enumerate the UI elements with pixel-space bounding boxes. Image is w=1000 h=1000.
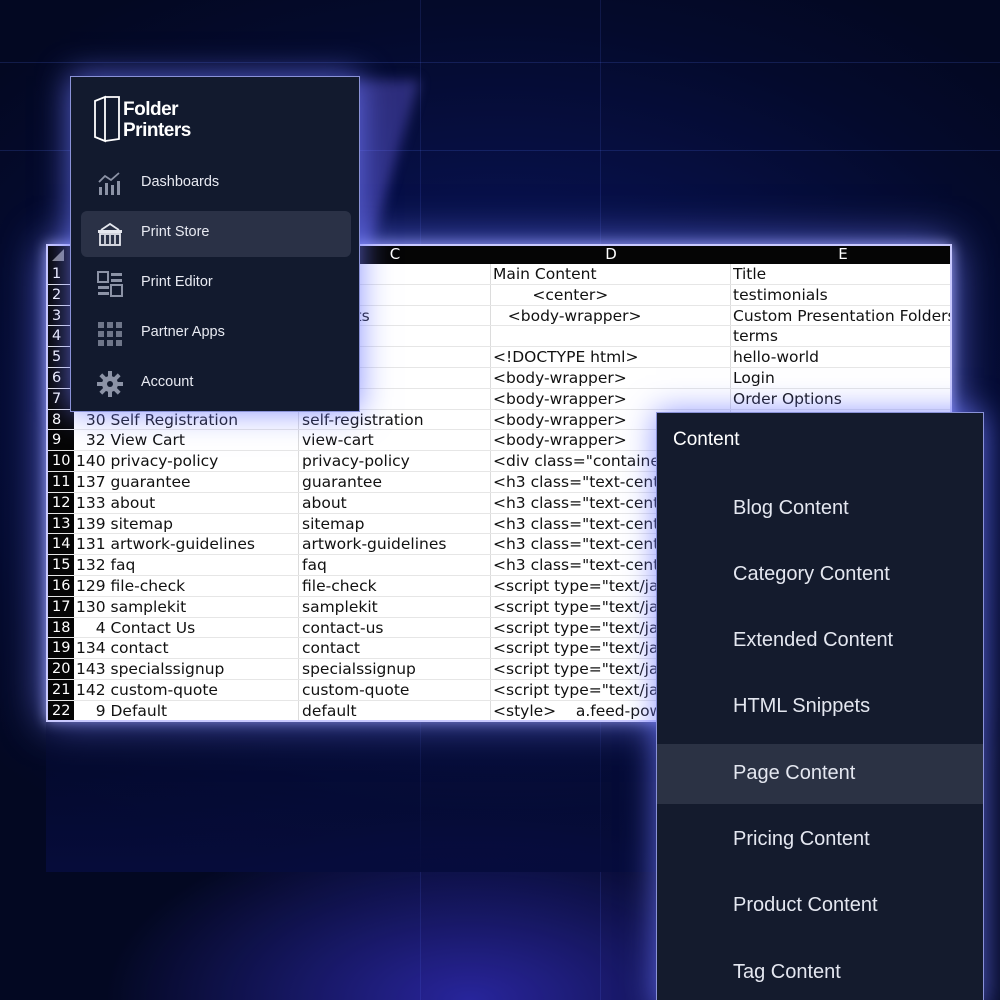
column-header-e[interactable]: E	[733, 246, 950, 263]
logo-line-2: Printers	[123, 120, 191, 141]
column-header-d[interactable]: D	[493, 246, 729, 263]
menu-item-label: Category Content	[733, 563, 890, 585]
sidebar-item-print-store[interactable]: Print Store	[81, 211, 351, 257]
menu-item-category-content[interactable]: Category Content	[657, 545, 983, 605]
cell-e[interactable]: Title	[733, 264, 950, 284]
row-number[interactable]: 15	[48, 555, 74, 575]
row-number[interactable]: 11	[48, 472, 74, 492]
content-menu-panel: Content Blog Content Category Content Ex…	[656, 412, 984, 1000]
row-number[interactable]: 16	[48, 576, 74, 596]
cell-b[interactable]: 131 artwork-guidelines	[76, 534, 298, 554]
sidebar-item-print-editor[interactable]: Print Editor	[81, 261, 351, 307]
cell-c[interactable]: file-check	[302, 576, 488, 596]
apps-grid-icon	[98, 322, 122, 346]
cell-c[interactable]: custom-quote	[302, 680, 488, 700]
cell-c[interactable]: self-registration	[302, 410, 488, 430]
menu-item-product-content[interactable]: Product Content	[657, 876, 983, 936]
cell-d[interactable]: <center>	[493, 285, 729, 305]
cell-b[interactable]: 30 Self Registration	[76, 410, 298, 430]
row-number[interactable]: 20	[48, 659, 74, 679]
cell-e[interactable]: Login	[733, 368, 950, 388]
layout-grid-icon	[97, 271, 123, 297]
cell-c[interactable]: contact-us	[302, 618, 488, 638]
row-number[interactable]: 13	[48, 514, 74, 534]
menu-item-pricing-content[interactable]: Pricing Content	[657, 810, 983, 870]
cell-c[interactable]: specialssignup	[302, 659, 488, 679]
cell-b[interactable]: 140 privacy-policy	[76, 451, 298, 471]
folder-logo-icon	[94, 95, 120, 143]
menu-item-label: Extended Content	[733, 629, 894, 651]
cell-e[interactable]: terms	[733, 326, 950, 346]
menu-item-label: Page Content	[733, 762, 856, 784]
cell-c[interactable]: samplekit	[302, 597, 488, 617]
cell-e[interactable]: testimonials	[733, 285, 950, 305]
menu-item-tag-content[interactable]: Tag Content	[657, 943, 983, 1000]
sidebar-item-partner-apps[interactable]: Partner Apps	[81, 311, 351, 357]
sidebar-item-label: Account	[141, 374, 194, 390]
row-number[interactable]: 9	[48, 430, 74, 450]
cell-b[interactable]: 32 View Cart	[76, 430, 298, 450]
cell-d[interactable]: Main Content	[493, 264, 729, 284]
cell-c[interactable]: guarantee	[302, 472, 488, 492]
cell-b[interactable]: 134 contact	[76, 638, 298, 658]
sidebar-item-account[interactable]: Account	[81, 361, 351, 407]
cell-c[interactable]: sitemap	[302, 514, 488, 534]
cell-c[interactable]: faq	[302, 555, 488, 575]
select-all-corner[interactable]	[52, 249, 64, 261]
cell-b[interactable]: 133 about	[76, 493, 298, 513]
cell-b[interactable]: 129 file-check	[76, 576, 298, 596]
row-number[interactable]: 10	[48, 451, 74, 471]
basket-icon	[98, 222, 122, 246]
row-number[interactable]: 18	[48, 618, 74, 638]
cell-d[interactable]: <!DOCTYPE html>	[493, 347, 729, 367]
sidebar-item-label: Print Store	[141, 224, 210, 240]
cell-b[interactable]: 142 custom-quote	[76, 680, 298, 700]
row-number[interactable]: 22	[48, 701, 74, 720]
row-number[interactable]: 17	[48, 597, 74, 617]
menu-item-label: Tag Content	[733, 961, 841, 983]
cell-c[interactable]: default	[302, 701, 488, 720]
cell-b[interactable]: 143 specialssignup	[76, 659, 298, 679]
menu-item-label: Pricing Content	[733, 828, 870, 850]
menu-item-label: Product Content	[733, 894, 878, 916]
cell-b[interactable]: 132 faq	[76, 555, 298, 575]
cell-b[interactable]: 9 Default	[76, 701, 298, 720]
cell-b[interactable]: 130 samplekit	[76, 597, 298, 617]
sidebar-item-label: Print Editor	[141, 274, 213, 290]
sidebar-item-dashboards[interactable]: Dashboards	[81, 161, 351, 207]
content-menu-title: Content	[673, 429, 740, 450]
row-number[interactable]: 14	[48, 534, 74, 554]
sidebar-panel: Folder Printers Dashboards Print Store P…	[70, 76, 360, 412]
sidebar-item-label: Partner Apps	[141, 324, 225, 340]
cell-c[interactable]: view-cart	[302, 430, 488, 450]
cell-c[interactable]: privacy-policy	[302, 451, 488, 471]
cell-c[interactable]: artwork-guidelines	[302, 534, 488, 554]
cell-b[interactable]: 139 sitemap	[76, 514, 298, 534]
menu-item-html-snippets[interactable]: HTML Snippets	[657, 677, 983, 737]
cell-e[interactable]: Custom Presentation Folders	[733, 306, 950, 326]
row-number[interactable]: 19	[48, 638, 74, 658]
cell-d[interactable]: <body-wrapper>	[493, 389, 729, 409]
cell-b[interactable]: 137 guarantee	[76, 472, 298, 492]
cell-e[interactable]: hello-world	[733, 347, 950, 367]
row-number[interactable]: 12	[48, 493, 74, 513]
menu-item-blog-content[interactable]: Blog Content	[657, 479, 983, 539]
logo-line-1: Folder	[123, 99, 179, 120]
menu-item-page-content[interactable]: Page Content	[657, 744, 983, 804]
cell-e[interactable]: Order Options	[733, 389, 950, 409]
cell-b[interactable]: 4 Contact Us	[76, 618, 298, 638]
chart-bars-icon	[98, 172, 120, 195]
sidebar-item-label: Dashboards	[141, 174, 220, 190]
cell-c[interactable]: about	[302, 493, 488, 513]
folder-printers-logo: Folder Printers	[93, 95, 203, 145]
row-number[interactable]: 21	[48, 680, 74, 700]
cell-d[interactable]: <body-wrapper>	[493, 368, 729, 388]
menu-item-extended-content[interactable]: Extended Content	[657, 611, 983, 671]
gear-icon	[97, 371, 123, 397]
row-number[interactable]: 8	[48, 410, 74, 430]
menu-item-label: Blog Content	[733, 497, 849, 519]
cell-d[interactable]: <body-wrapper>	[493, 306, 729, 326]
menu-item-label: HTML Snippets	[733, 695, 871, 717]
cell-c[interactable]: contact	[302, 638, 488, 658]
